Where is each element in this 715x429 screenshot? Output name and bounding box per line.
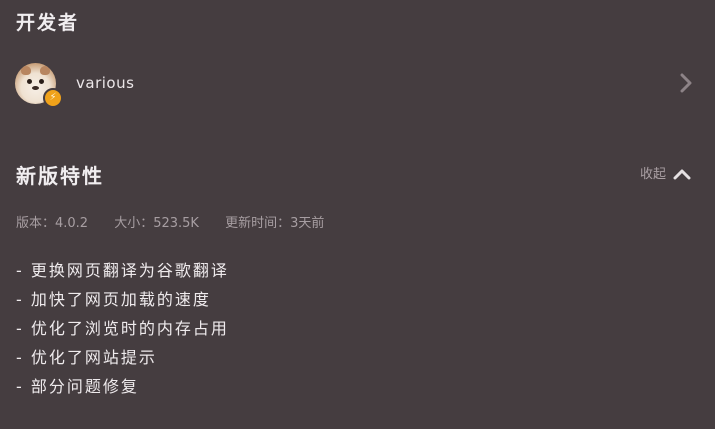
developer-section-title: 开发者 (16, 12, 80, 34)
developer-row[interactable]: ⚡ various (0, 56, 715, 112)
chevron-up-icon (673, 169, 691, 179)
developer-name: various (76, 74, 135, 92)
updated-text: 更新时间：3天前 (225, 216, 325, 231)
version-text: 版本：4.0.2 (16, 216, 89, 231)
collapse-button[interactable]: 收起 (640, 160, 691, 184)
changelog-item: - 更换网页翻译为谷歌翻译 (16, 261, 229, 280)
avatar-nose (32, 86, 39, 90)
version-meta: 版本：4.0.2 大小：523.5K 更新时间：3天前 (16, 212, 346, 231)
avatar-ear-left (21, 66, 31, 75)
changelog-item: - 加快了网页加载的速度 (16, 290, 211, 309)
size-text: 大小：523.5K (114, 216, 199, 231)
changelog-list: - 更换网页翻译为谷歌翻译 - 加快了网页加载的速度 - 优化了浏览时的内存占用… (16, 259, 229, 404)
verified-badge-icon: ⚡ (43, 88, 63, 108)
features-section-title: 新版特性 (16, 164, 104, 188)
changelog-item: - 优化了浏览时的内存占用 (16, 319, 229, 338)
avatar-eye-left (27, 79, 32, 84)
collapse-label: 收起 (640, 166, 667, 182)
chevron-right-icon[interactable] (676, 73, 696, 93)
avatar-eye-right (39, 79, 44, 84)
changelog-item: - 优化了网站提示 (16, 348, 157, 367)
avatar-ear-right (40, 66, 50, 75)
changelog-item: - 部分问题修复 (16, 377, 139, 396)
